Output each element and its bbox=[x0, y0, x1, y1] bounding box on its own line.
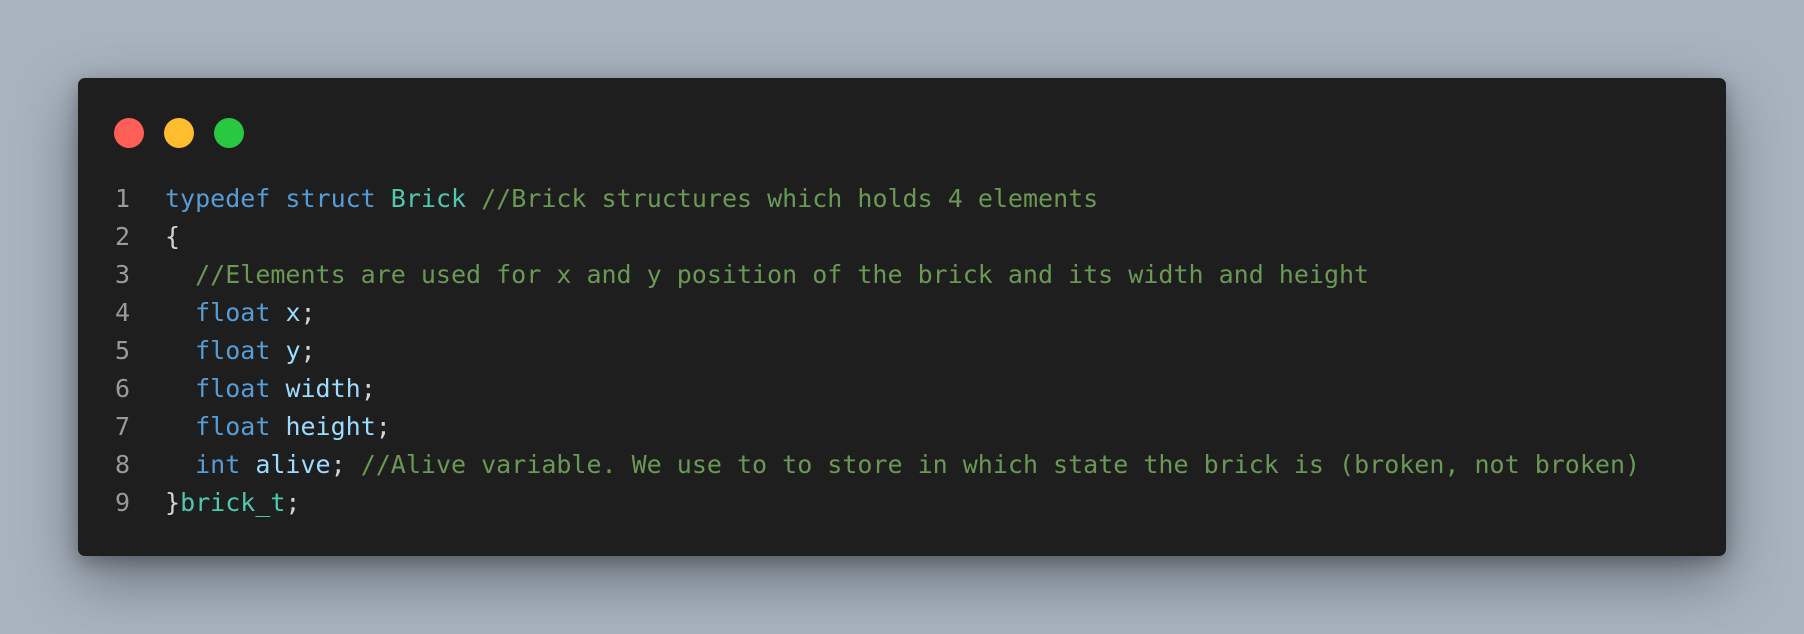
code-token-ty: brick_t bbox=[180, 488, 286, 517]
line-number: 7 bbox=[114, 412, 130, 441]
code-line: 5 float y; bbox=[78, 332, 1640, 370]
code-token-pn: ; bbox=[330, 450, 361, 479]
code-line: 9}brick_t; bbox=[78, 484, 1640, 522]
code-line: 3 //Elements are used for x and y positi… bbox=[78, 256, 1640, 294]
code-line: 4 float x; bbox=[78, 294, 1640, 332]
code-token-pn bbox=[165, 450, 195, 479]
code-token-pn: } bbox=[165, 488, 181, 517]
code-token-pn bbox=[165, 298, 195, 327]
code-token-kw: float bbox=[195, 298, 271, 327]
code-window: 1 typedef struct Brick //Brick structures… bbox=[78, 78, 1726, 556]
code-token-pn bbox=[466, 184, 481, 213]
line-number: 1 bbox=[114, 184, 130, 213]
line-number: 5 bbox=[114, 336, 130, 365]
code-token-id: height bbox=[285, 412, 376, 441]
line-number: 8 bbox=[114, 450, 130, 479]
code-token-pn bbox=[165, 374, 195, 403]
code-token-kw: float bbox=[195, 412, 271, 441]
code-token-pn bbox=[270, 298, 285, 327]
code-token-pn: ; bbox=[300, 298, 316, 327]
code-token-pn: { bbox=[165, 222, 181, 251]
code-token-id: width bbox=[285, 374, 361, 403]
line-number: 2 bbox=[114, 222, 130, 251]
code-line: 8 int alive; //Alive variable. We use to… bbox=[78, 446, 1640, 484]
line-number: 4 bbox=[114, 298, 130, 327]
code-token-pn: ; bbox=[375, 412, 391, 441]
code-token-id: y bbox=[285, 336, 301, 365]
code-token-pn bbox=[240, 450, 255, 479]
code-block: 1 typedef struct Brick //Brick structures… bbox=[78, 180, 1640, 522]
code-token-pn: ; bbox=[285, 488, 301, 517]
code-line: 2{ bbox=[78, 218, 1640, 256]
code-line: 7 float height; bbox=[78, 408, 1640, 446]
code-token-pn: ; bbox=[360, 374, 376, 403]
code-token-kw: typedef bbox=[165, 184, 271, 213]
code-line: 1 typedef struct Brick //Brick structures… bbox=[78, 180, 1640, 218]
code-token-kw: float bbox=[195, 374, 271, 403]
code-token-cm: //Elements are used for x and y position… bbox=[195, 260, 1370, 289]
minimize-dot-icon[interactable] bbox=[164, 118, 194, 148]
code-token-pn bbox=[270, 336, 285, 365]
code-token-pn bbox=[165, 336, 195, 365]
line-number: 6 bbox=[114, 374, 130, 403]
code-token-pn bbox=[270, 184, 285, 213]
code-token-kw: int bbox=[195, 450, 241, 479]
code-token-pn bbox=[270, 412, 285, 441]
code-token-id: x bbox=[285, 298, 301, 327]
code-token-kw: struct bbox=[285, 184, 376, 213]
code-token-pn bbox=[376, 184, 391, 213]
close-dot-icon[interactable] bbox=[114, 118, 144, 148]
code-token-kw: float bbox=[195, 336, 271, 365]
line-number: 3 bbox=[114, 260, 130, 289]
code-token-cm: //Alive variable. We use to to store in … bbox=[360, 450, 1641, 479]
code-token-pn bbox=[270, 374, 285, 403]
code-token-pn bbox=[165, 412, 195, 441]
code-token-pn bbox=[165, 260, 195, 289]
code-token-ty: Brick bbox=[390, 184, 467, 213]
code-token-cm: //Brick structures which holds 4 element… bbox=[481, 184, 1099, 213]
code-line: 6 float width; bbox=[78, 370, 1640, 408]
code-token-id: alive bbox=[255, 450, 331, 479]
maximize-dot-icon[interactable] bbox=[214, 118, 244, 148]
code-token-pn: ; bbox=[300, 336, 316, 365]
line-number: 9 bbox=[114, 488, 130, 517]
